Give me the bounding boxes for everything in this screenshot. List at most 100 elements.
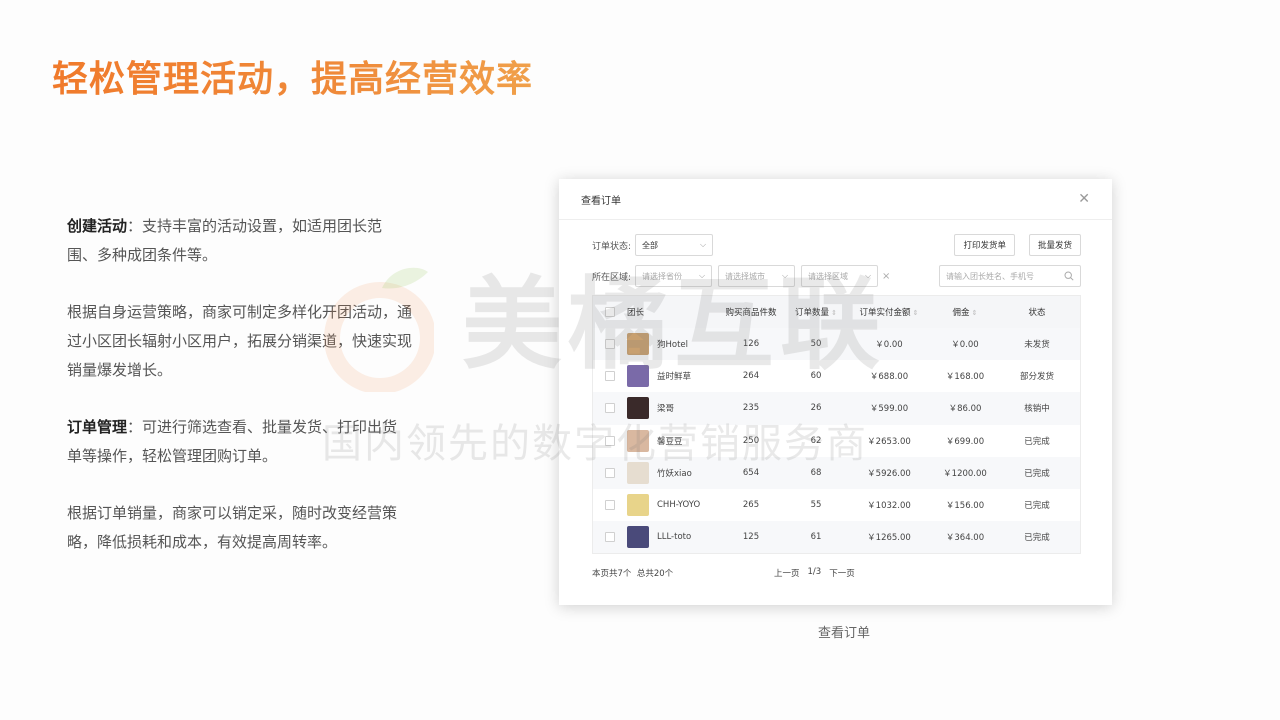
avatar [627, 397, 649, 420]
district-select[interactable]: 请选择区域 ⌵ [801, 265, 879, 287]
amount-cell: ￥599.00 [869, 404, 909, 415]
status-cell: 已完成 [1024, 501, 1050, 512]
dialog-title: 查看订单 [581, 195, 621, 207]
amount-cell: ￥688.00 [869, 372, 909, 383]
orders-cell: 61 [810, 532, 822, 543]
orders-cell: 62 [810, 435, 822, 446]
select-all-checkbox[interactable] [605, 307, 615, 317]
next-page-button[interactable]: 下一页 [829, 567, 855, 579]
row-checkbox[interactable] [605, 371, 615, 382]
col-orders[interactable]: 订单数量 ⇕ [783, 306, 849, 318]
items-cell: 235 [742, 403, 760, 414]
leader-name: CHH-YOYO [657, 500, 701, 511]
col-amount[interactable]: 订单实付金额 ⇕ [849, 306, 929, 318]
col-leader: 团长 [627, 308, 645, 318]
commission-cell: ￥86.00 [948, 404, 982, 415]
description: 创建活动：支持丰富的活动设置，如适用团长范围、多种成团条件等。 根据自身运营策略… [67, 212, 412, 585]
status-filter-row: 订单状态: 全部 ⌵ 打印发货单 批量发货 [592, 234, 1081, 256]
items-cell: 126 [742, 339, 760, 350]
status-select[interactable]: 全部 ⌵ [635, 234, 714, 256]
orders-cell: 50 [810, 339, 822, 350]
desc-paragraph-2: 根据自身运营策略，商家可制定多样化开团活动，通过小区团长辐射小区用户，拓展分销渠… [67, 303, 413, 379]
avatar [627, 365, 649, 388]
province-select[interactable]: 请选择省份 ⌵ [635, 265, 713, 287]
city-select[interactable]: 请选择城市 ⌵ [718, 265, 796, 287]
orders-table: 团长 购买商品件数 订单数量 ⇕ 订单实付金额 ⇕ 佣金 ⇕ 状态 狗Hotel 126… [592, 295, 1081, 555]
table-row: LLL-toto 125 61 ￥1265.00 ￥364.00 已完成 [593, 521, 1080, 554]
close-icon[interactable]: ✕ [1078, 191, 1090, 207]
desc-paragraph-4: 根据订单销量，商家可以销定采，随时改变经营策略，降低损耗和成本，有效提高周转率。 [67, 504, 398, 551]
col-items[interactable]: 购买商品件数 [719, 306, 783, 318]
commission-cell: ￥156.00 [945, 501, 985, 512]
avatar [627, 526, 649, 549]
col-commission[interactable]: 佣金 ⇕ [929, 306, 1001, 318]
items-cell: 264 [742, 371, 760, 382]
amount-cell: ￥0.00 [875, 340, 903, 351]
chevron-down-icon: ⌵ [699, 240, 707, 249]
status-cell: 部分发货 [1019, 372, 1054, 383]
table-row: 馨豆豆 250 62 ￥2653.00 ￥699.00 已完成 [593, 425, 1080, 457]
status-cell: 未发货 [1024, 340, 1050, 351]
status-cell: 已完成 [1024, 533, 1050, 544]
orders-cell: 68 [810, 467, 822, 478]
commission-cell: ￥0.00 [951, 340, 979, 351]
leader-name: 馨豆豆 [657, 436, 683, 447]
commission-cell: ￥699.00 [945, 436, 985, 447]
sort-icon[interactable]: ⇕ [831, 309, 837, 317]
col-status: 状态 [1028, 308, 1046, 318]
search-icon [1064, 271, 1074, 281]
avatar [627, 429, 649, 452]
amount-cell: ￥5926.00 [867, 468, 911, 479]
status-cell: 已完成 [1024, 468, 1050, 479]
commission-cell: ￥168.00 [945, 372, 985, 383]
leader-search-input[interactable]: 请输入团长姓名、手机号 [939, 265, 1081, 287]
region-label: 所在区域: [592, 272, 632, 283]
table-row: 竹妖xiao 654 68 ￥5926.00 ￥1200.00 已完成 [593, 456, 1080, 489]
table-body: 狗Hotel 126 50 ￥0.00 ￥0.00 未发货益时鲜草 264 60 ￥688.00… [593, 328, 1080, 554]
chevron-down-icon: ⌵ [864, 271, 872, 280]
page-indicator: 1/3 [807, 567, 822, 577]
row-checkbox[interactable] [605, 467, 615, 478]
row-checkbox[interactable] [605, 500, 615, 511]
row-checkbox[interactable] [605, 403, 615, 414]
amount-cell: ￥1032.00 [867, 501, 911, 512]
items-cell: 250 [742, 435, 760, 446]
amount-cell: ￥2653.00 [867, 436, 911, 447]
sort-icon[interactable]: ⇕ [913, 309, 919, 317]
orders-cell: 60 [810, 371, 822, 382]
items-cell: 125 [742, 532, 760, 543]
items-cell: 265 [742, 500, 760, 511]
items-cell: 654 [742, 467, 760, 478]
chevron-down-icon: ⌵ [781, 271, 789, 280]
table-footer-summary: 本页共7个 总共20个 [592, 569, 674, 579]
region-filter-row: 所在区域: 请选择省份 ⌵ 请选择城市 ⌵ 请选择区域 ⌵ × 请输入团长姓名、… [592, 265, 1081, 287]
sort-icon[interactable]: ⇕ [972, 309, 978, 317]
batch-ship-button[interactable]: 批量发货 [1028, 234, 1081, 256]
leader-name: 狗Hotel [657, 340, 689, 351]
page-headline: 轻松管理活动，提高经营效率 [52, 59, 534, 100]
desc-paragraph-3: 订单管理：可进行筛选查看、批量发货、打印出货单等操作，轻松管理团购订单。 [67, 418, 398, 465]
view-orders-dialog: 查看订单 ✕ 订单状态: 全部 ⌵ 打印发货单 批量发货 所在区域: 请选择省份… [559, 179, 1112, 605]
avatar [627, 333, 649, 356]
table-row: 益时鲜草 264 60 ￥688.00 ￥168.00 部分发货 [593, 360, 1080, 392]
leader-name: LLL-toto [657, 532, 692, 543]
dialog-header: 查看订单 ✕ [559, 179, 1112, 220]
desc-paragraph-1: 创建活动：支持丰富的活动设置，如适用团长范围、多种成团条件等。 [67, 217, 383, 264]
print-shipping-button[interactable]: 打印发货单 [954, 234, 1015, 256]
table-row: 梁哥 235 26 ￥599.00 ￥86.00 核销中 [593, 392, 1080, 425]
row-checkbox[interactable] [605, 435, 615, 446]
leader-name: 益时鲜草 [657, 372, 692, 383]
pagination: 上一页 1/3 下一页 [774, 567, 855, 579]
prev-page-button[interactable]: 上一页 [774, 567, 800, 579]
status-cell: 核销中 [1024, 404, 1050, 415]
row-checkbox[interactable] [605, 339, 615, 350]
table-row: 狗Hotel 126 50 ￥0.00 ￥0.00 未发货 [593, 328, 1080, 361]
avatar [627, 494, 649, 517]
table-header-row: 团长 购买商品件数 订单数量 ⇕ 订单实付金额 ⇕ 佣金 ⇕ 状态 [593, 296, 1080, 328]
screenshot-caption: 查看订单 [818, 626, 871, 641]
clear-icon[interactable]: × [882, 271, 890, 282]
commission-cell: ￥1200.00 [943, 468, 987, 479]
leader-name: 梁哥 [657, 404, 675, 415]
row-checkbox[interactable] [605, 532, 615, 543]
status-label: 订单状态: [592, 241, 632, 252]
